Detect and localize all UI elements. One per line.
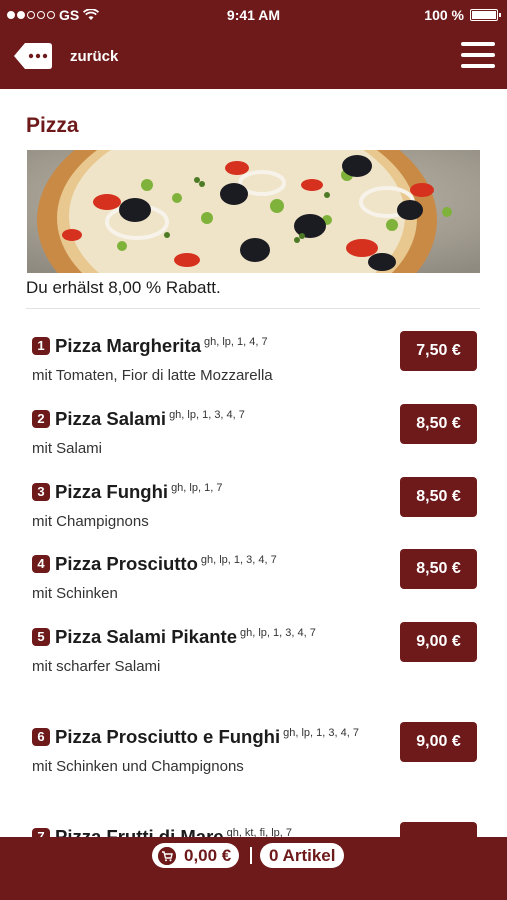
add-to-cart-price-button[interactable]: 8,50 € [400,477,477,517]
item-allergens: gh, lp, 1, 3, 4, 7 [169,409,245,421]
menu-content[interactable]: Pizza Du erhälst 8,00 % Rabatt. 1 Pizza … [0,89,507,837]
item-name: Pizza Prosciutto e Funghi [55,726,281,747]
add-to-cart-price-button[interactable]: 9,00 € [400,622,477,662]
item-name: Pizza Salami Pikante [55,626,238,647]
item-title: 1 Pizza Margherita gh, lp, 1, 4, 7 [32,331,387,359]
item-title: 2 Pizza Salami gh, lp, 1, 3, 4, 7 [32,404,387,432]
add-to-cart-price-button[interactable]: 9,00 € [400,722,477,762]
battery-icon [470,9,501,21]
cart-icon [158,846,176,865]
battery-percent: 100 % [424,7,464,23]
item-number-badge: 1 [32,337,50,355]
pizza-photo [27,150,480,273]
item-number-badge: 5 [32,628,50,646]
item-number-badge: 7 [32,828,50,837]
add-to-cart-price-button[interactable] [400,822,477,837]
item-name: Pizza Prosciutto [55,553,198,574]
item-name: Pizza Salami [55,408,167,429]
cart-separator [250,847,252,864]
item-allergens: gh, lp, 1, 3, 4, 7 [200,554,277,566]
discount-text: Du erhälst 8,00 % Rabatt. [26,278,221,297]
tag-back-icon [14,43,52,69]
cart-bar: 0,00 € 0 Artikel [0,837,507,900]
back-button[interactable]: zurück [13,41,118,71]
status-bar: GS 9:41 AM 100 % [0,0,507,28]
menu-item-3[interactable]: 3 Pizza Funghi gh, lp, 1, 7 mit Champignon… [32,477,477,530]
add-to-cart-price-button[interactable]: 8,50 € [400,549,477,589]
hamburger-menu-icon[interactable] [461,42,495,72]
item-allergens: gh, lp, 1, 4, 7 [204,336,268,348]
cart-articles-button[interactable]: 0 Artikel [260,843,345,868]
app-header: zurück [0,28,507,89]
add-to-cart-price-button[interactable]: 7,50 € [400,331,477,371]
item-title: 6 Pizza Prosciutto e Funghi gh, lp, 1, 3, … [32,722,387,750]
cart-total: 0,00 € [184,845,232,865]
item-name: Pizza Margherita [55,335,201,356]
category-title: Pizza [26,114,79,137]
item-number-badge: 2 [32,410,50,428]
item-title: 5 Pizza Salami Pikante gh, lp, 1, 3, 4, 7 [32,622,387,650]
item-allergens: gh, kt, fi, lp, 7 [226,827,292,837]
item-allergens: gh, lp, 1, 7 [171,482,223,494]
item-name: Pizza Funghi [55,481,169,502]
cart-total-button[interactable]: 0,00 € [152,843,240,868]
item-allergens: gh, lp, 1, 3, 4, 7 [240,627,316,639]
item-title: 3 Pizza Funghi gh, lp, 1, 7 [32,477,387,505]
menu-item-6[interactable]: 6 Pizza Prosciutto e Funghi gh, lp, 1, 3, … [32,722,477,775]
menu-item-4[interactable]: 4 Pizza Prosciutto gh, lp, 1, 3, 4, 7 mit … [32,549,477,602]
item-number-badge: 6 [32,728,50,746]
add-to-cart-price-button[interactable]: 8,50 € [400,404,477,444]
item-number-badge: 4 [32,555,50,573]
battery-group: 100 % [424,7,501,23]
back-label: zurück [70,47,119,65]
item-allergens: gh, lp, 1, 3, 4, 7 [283,727,359,739]
menu-item-1[interactable]: 1 Pizza Margherita gh, lp, 1, 4, 7 mit Tom… [32,331,477,384]
item-title: 4 Pizza Prosciutto gh, lp, 1, 3, 4, 7 [32,549,387,577]
divider [26,308,480,309]
menu-item-2[interactable]: 2 Pizza Salami gh, lp, 1, 3, 4, 7 mit Sala… [32,404,477,457]
item-number-badge: 3 [32,483,50,501]
item-name: Pizza Frutti di Mare [55,826,224,837]
menu-item-7[interactable]: 7 Pizza Frutti di Mare gh, kt, fi, lp, 7 [32,822,477,837]
menu-item-5[interactable]: 5 Pizza Salami Pikante gh, lp, 1, 3, 4, 7 … [32,622,477,675]
item-title: 7 Pizza Frutti di Mare gh, kt, fi, lp, 7 [32,822,387,837]
